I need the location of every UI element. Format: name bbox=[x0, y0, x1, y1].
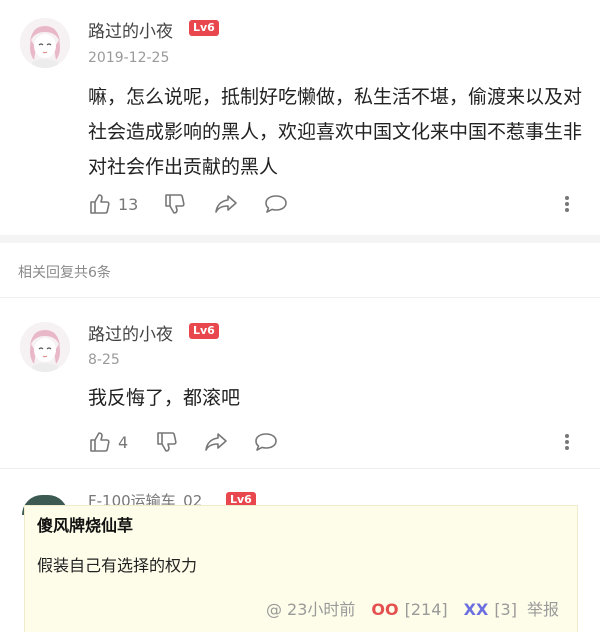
oo-count: [214] bbox=[404, 600, 448, 619]
divider-line bbox=[0, 468, 600, 469]
like-button[interactable]: 13 bbox=[88, 192, 138, 216]
comment-bubble-icon bbox=[255, 433, 277, 451]
thumbs-down-icon bbox=[157, 432, 177, 452]
quote-footer: @ 23小时前 OO [214] XX [3] 举报 bbox=[266, 596, 559, 620]
xx-vote-button[interactable]: XX bbox=[464, 600, 489, 619]
like-button[interactable]: 4 bbox=[88, 430, 128, 454]
avatar[interactable] bbox=[20, 18, 70, 68]
comment-text: 嘛，怎么说呢，抵制好吃懒做，私生活不堪，偷渡来以及对社会造成影响的黑人，欢迎喜欢… bbox=[88, 86, 583, 178]
avatar-illustration-icon bbox=[20, 322, 70, 372]
thumbs-down-icon bbox=[165, 194, 185, 214]
username[interactable]: 路过的小夜 bbox=[88, 17, 173, 42]
avatar-illustration-icon bbox=[20, 18, 70, 68]
comment-date: 2019-12-25 bbox=[88, 50, 170, 66]
more-button[interactable] bbox=[562, 430, 572, 454]
reply-button[interactable] bbox=[253, 430, 279, 454]
post-time: @ 23小时前 bbox=[265, 600, 356, 619]
reply-button[interactable] bbox=[263, 192, 289, 216]
username[interactable]: 路过的小夜 bbox=[88, 320, 173, 345]
comment-item: 路过的小夜 Lv6 8-25 我反悔了，都滚吧 4 bbox=[0, 300, 600, 468]
quote-text: 假装自己有选择的权力 bbox=[37, 556, 198, 575]
like-count: 4 bbox=[118, 432, 129, 452]
more-vertical-icon bbox=[565, 196, 569, 212]
quote-author[interactable]: 傻风牌烧仙草 bbox=[37, 512, 133, 536]
thumbs-up-icon bbox=[90, 194, 110, 214]
share-button[interactable] bbox=[213, 192, 239, 216]
comment-date: 8-25 bbox=[88, 352, 120, 368]
share-button[interactable] bbox=[203, 430, 229, 454]
related-replies-count: 相关回复共6条 bbox=[18, 265, 111, 281]
avatar[interactable] bbox=[20, 322, 70, 372]
thumbs-up-icon bbox=[90, 432, 110, 452]
more-button[interactable] bbox=[562, 192, 572, 216]
xx-count: [3] bbox=[494, 600, 517, 619]
divider-line bbox=[0, 297, 600, 298]
share-icon bbox=[205, 433, 227, 451]
dislike-button[interactable] bbox=[163, 192, 187, 216]
comment-bubble-icon bbox=[265, 195, 287, 213]
quoted-comment-card: 傻风牌烧仙草 假装自己有选择的权力 @ 23小时前 OO [214] XX [3… bbox=[24, 505, 578, 632]
dislike-button[interactable] bbox=[155, 430, 179, 454]
oo-vote-button[interactable]: OO bbox=[371, 600, 398, 619]
comment-item: 路过的小夜 Lv6 2019-12-25 嘛，怎么说呢，抵制好吃懒做，私生活不堪… bbox=[0, 0, 600, 235]
share-icon bbox=[215, 195, 237, 213]
level-badge: Lv6 bbox=[189, 323, 219, 339]
level-badge: Lv6 bbox=[189, 20, 219, 36]
report-link[interactable]: 举报 bbox=[527, 596, 559, 620]
comment-text: 我反悔了，都滚吧 bbox=[88, 387, 241, 409]
more-vertical-icon bbox=[565, 434, 569, 450]
like-count: 13 bbox=[118, 194, 139, 214]
section-divider bbox=[0, 235, 600, 243]
